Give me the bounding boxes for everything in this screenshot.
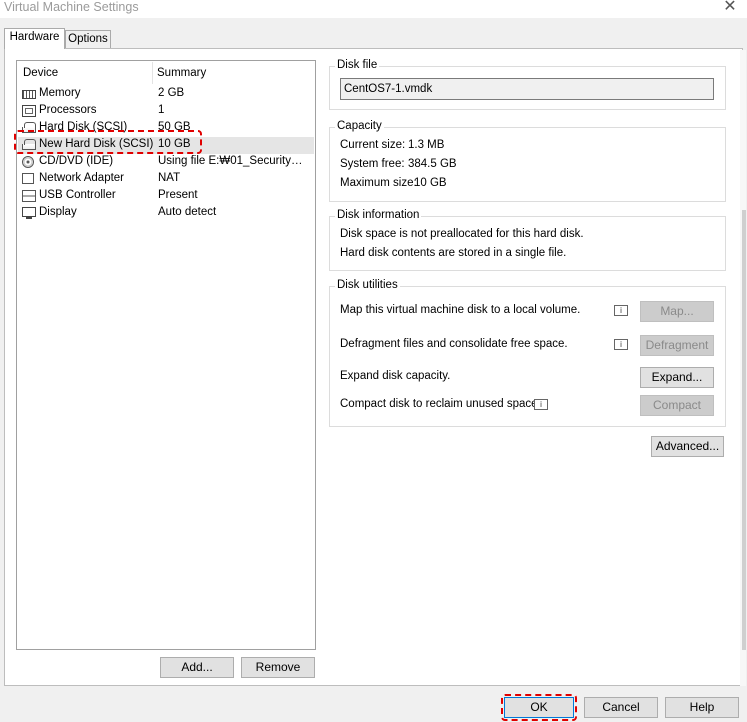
map-button[interactable]: Map... — [640, 301, 714, 322]
device-summary: 2 GB — [158, 87, 185, 99]
add-device-button[interactable]: Add... — [160, 657, 234, 678]
column-header-summary[interactable]: Summary — [157, 67, 206, 79]
device-summary: Using file E:₩01_Security₩... — [158, 155, 308, 167]
close-icon[interactable]: ✕ — [718, 0, 742, 16]
compact-button[interactable]: Compact — [640, 395, 714, 416]
advanced-button[interactable]: Advanced... — [651, 436, 724, 457]
disk-information-group — [329, 216, 726, 271]
help-button[interactable]: Help — [665, 697, 739, 718]
capacity-group-label: Capacity — [335, 120, 384, 132]
current-size-value: 1.3 MB — [408, 139, 445, 151]
annotation-highlight-ok — [501, 694, 577, 721]
info-icon[interactable]: i — [534, 399, 548, 410]
disk-info-line-2: Hard disk contents are stored in a singl… — [340, 247, 567, 259]
monitor-icon — [22, 207, 36, 219]
disk-info-line-1: Disk space is not preallocated for this … — [340, 228, 584, 240]
network-adapter-icon — [22, 173, 34, 184]
system-free-label: System free: — [340, 158, 405, 170]
usb-icon — [22, 190, 36, 202]
device-row-display[interactable]: Display Auto detect — [18, 205, 314, 222]
maximum-size-label: Maximum size: — [340, 177, 417, 189]
device-row-cd-dvd[interactable]: CD/DVD (IDE) Using file E:₩01_Security₩.… — [18, 154, 314, 171]
cancel-button[interactable]: Cancel — [584, 697, 658, 718]
device-name: USB Controller — [39, 189, 116, 201]
device-summary: Present — [158, 189, 198, 201]
device-summary: NAT — [158, 172, 181, 184]
column-header-device[interactable]: Device — [23, 67, 58, 79]
defragment-button[interactable]: Defragment — [640, 335, 714, 356]
column-separator — [152, 62, 153, 84]
annotation-highlight-new-hard-disk — [14, 130, 202, 154]
compact-disk-text: Compact disk to reclaim unused space. — [340, 398, 541, 410]
tab-hardware[interactable]: Hardware — [4, 28, 65, 49]
expand-disk-text: Expand disk capacity. — [340, 370, 451, 382]
defragment-text: Defragment files and consolidate free sp… — [340, 338, 568, 350]
info-icon[interactable]: i — [614, 339, 628, 350]
info-icon[interactable]: i — [614, 305, 628, 316]
device-summary: 1 — [158, 104, 165, 116]
disk-utilities-group-label: Disk utilities — [335, 279, 400, 291]
disk-file-group-label: Disk file — [335, 59, 380, 71]
cd-dvd-icon — [22, 156, 34, 168]
remove-device-button[interactable]: Remove — [241, 657, 315, 678]
map-disk-text: Map this virtual machine disk to a local… — [340, 304, 581, 316]
device-name: CD/DVD (IDE) — [39, 155, 114, 167]
system-free-value: 384.5 GB — [408, 158, 457, 170]
device-row-memory[interactable]: Memory 2 GB — [18, 86, 314, 103]
expand-button[interactable]: Expand... — [640, 367, 714, 388]
disk-file-field[interactable]: CentOS7-1.vmdk — [340, 78, 714, 100]
tab-options[interactable]: Options — [65, 30, 111, 48]
device-summary: Auto detect — [158, 206, 217, 218]
processor-icon — [22, 105, 36, 117]
window-title: Virtual Machine Settings — [4, 0, 139, 14]
current-size-label: Current size: — [340, 139, 406, 151]
device-name: Processors — [39, 104, 97, 116]
disk-information-group-label: Disk information — [335, 209, 422, 221]
device-name: Memory — [39, 87, 81, 99]
device-row-usb-controller[interactable]: USB Controller Present — [18, 188, 314, 205]
maximum-size-value: 10 GB — [414, 177, 447, 189]
device-row-processors[interactable]: Processors 1 — [18, 103, 314, 120]
device-name: Network Adapter — [39, 172, 125, 184]
scrollbar-thumb[interactable] — [742, 210, 746, 650]
device-row-network-adapter[interactable]: Network Adapter NAT — [18, 171, 314, 188]
device-name: Display — [39, 206, 77, 218]
memory-icon — [22, 90, 36, 99]
